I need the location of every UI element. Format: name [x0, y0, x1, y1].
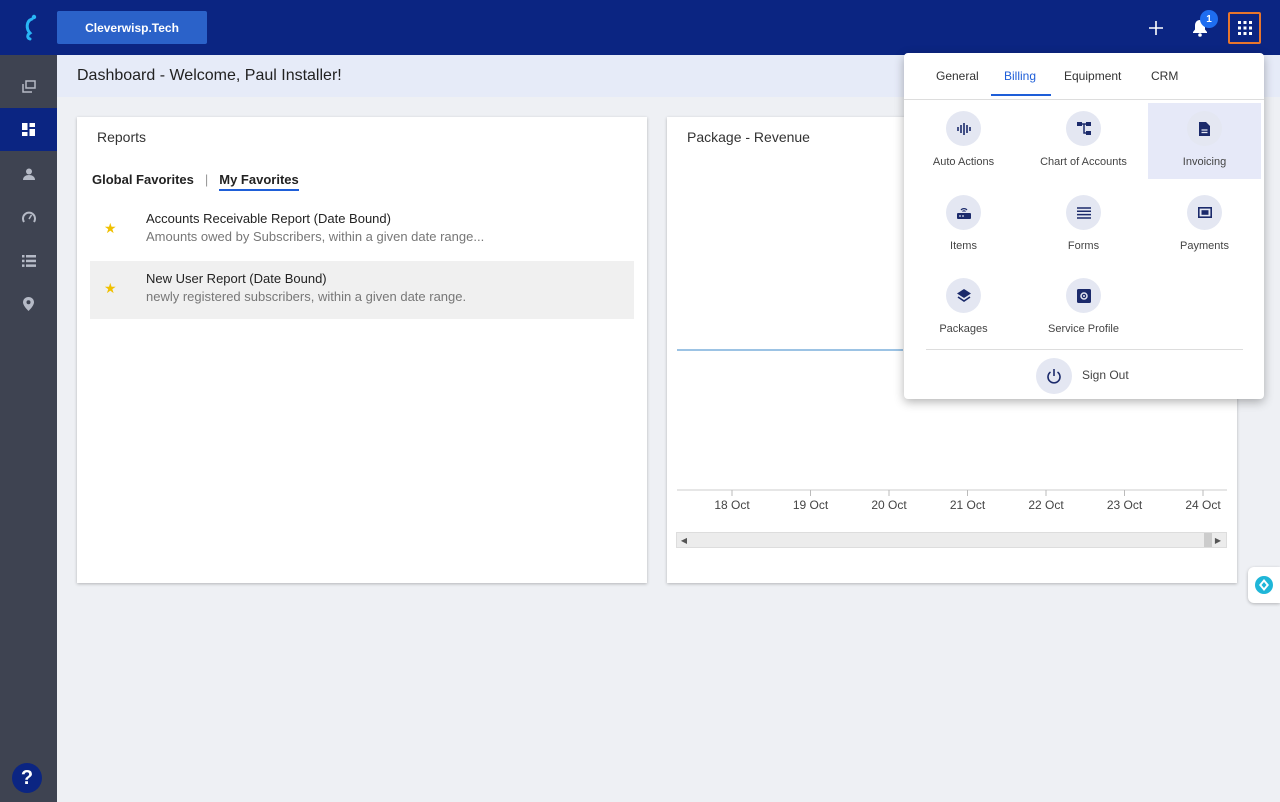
menu-item-payments[interactable]: Payments — [1148, 187, 1261, 263]
tab-separator: | — [204, 172, 209, 187]
brand-button[interactable]: Cleverwisp.Tech — [57, 11, 207, 44]
x-tick-label: 22 Oct — [1028, 498, 1064, 512]
help-button[interactable]: ? — [12, 763, 42, 793]
waveform-icon — [946, 111, 981, 146]
person-icon — [22, 168, 35, 180]
layers-icon — [946, 278, 981, 313]
x-tick-label: 20 Oct — [871, 498, 907, 512]
x-tick-label: 23 Oct — [1107, 498, 1143, 512]
menu-item-label: Packages — [939, 323, 988, 335]
menu-tabs: General Billing Equipment CRM — [904, 53, 1264, 100]
scroll-right-icon[interactable]: ▶ — [1213, 535, 1223, 545]
star-icon[interactable]: ★ — [104, 220, 117, 237]
location-pin-icon — [23, 296, 34, 311]
menu-divider — [926, 349, 1243, 350]
reports-title: Reports — [97, 129, 147, 145]
x-tick-label: 19 Oct — [793, 498, 829, 512]
lines-icon — [1066, 195, 1101, 230]
tab-global-favorites[interactable]: Global Favorites — [92, 172, 194, 191]
assistant-icon — [1255, 576, 1273, 594]
logo-icon[interactable] — [18, 13, 42, 41]
tab-my-favorites[interactable]: My Favorites — [219, 172, 299, 191]
scroll-thumb[interactable] — [1204, 533, 1212, 547]
collections-icon — [21, 80, 36, 93]
sign-out-button[interactable]: Sign Out — [1082, 368, 1129, 382]
menu-item-label: Chart of Accounts — [1040, 156, 1127, 168]
page-title: Dashboard - Welcome, Paul Installer! — [77, 67, 342, 84]
assistant-button[interactable] — [1248, 567, 1280, 603]
tab-equipment[interactable]: Equipment — [1064, 69, 1121, 83]
report-description: newly registered subscribers, within a g… — [146, 289, 467, 304]
menu-item-packages[interactable]: Packages — [907, 270, 1020, 346]
x-tick-label: 18 Oct — [714, 498, 750, 512]
menu-item-label: Forms — [1067, 240, 1100, 252]
report-title[interactable]: New User Report (Date Bound) — [146, 271, 327, 286]
menu-item-service-profile[interactable]: Service Profile — [1027, 270, 1140, 346]
menu-item-items[interactable]: Items — [907, 187, 1020, 263]
active-tab-indicator — [991, 94, 1051, 96]
menu-item-label: Payments — [1180, 240, 1229, 252]
plus-icon[interactable] — [1142, 14, 1170, 42]
list-icon — [21, 254, 36, 267]
sidebar-item-speedometer[interactable] — [0, 195, 57, 238]
top-bar: Cleverwisp.Tech 1 — [0, 0, 1280, 55]
x-tick-label: 21 Oct — [950, 498, 986, 512]
report-row[interactable]: ★ New User Report (Date Bound) newly reg… — [90, 261, 634, 319]
report-description: Amounts owed by Subscribers, within a gi… — [146, 229, 485, 244]
menu-item-label: Service Profile — [1048, 323, 1119, 335]
favorites-tabs: Global Favorites | My Favorites — [92, 172, 299, 191]
menu-item-invoicing[interactable]: Invoicing — [1148, 103, 1261, 179]
speedometer-icon — [21, 211, 36, 223]
tab-crm[interactable]: CRM — [1151, 69, 1178, 83]
chart-scrollbar[interactable]: ◀ ▶ — [676, 532, 1227, 548]
hierarchy-icon — [1066, 111, 1101, 146]
menu-item-label: Auto Actions — [932, 156, 995, 168]
scroll-left-icon[interactable]: ◀ — [679, 535, 689, 545]
report-title[interactable]: Accounts Receivable Report (Date Bound) — [146, 211, 391, 226]
document-icon — [1187, 111, 1222, 146]
notification-badge: 1 — [1200, 10, 1218, 28]
sidebar-item-location[interactable] — [0, 282, 57, 325]
apps-menu: General Billing Equipment CRM Auto Actio… — [904, 53, 1264, 399]
menu-item-auto-actions[interactable]: Auto Actions — [907, 103, 1020, 179]
sidebar-item-person[interactable] — [0, 152, 57, 195]
sidebar — [0, 55, 57, 802]
menu-item-label: Items — [950, 240, 977, 252]
sidebar-item-list[interactable] — [0, 239, 57, 282]
menu-item-label: Invoicing — [1182, 156, 1227, 168]
sidebar-item-dashboard[interactable] — [0, 108, 57, 151]
router-icon — [946, 195, 981, 230]
star-icon[interactable]: ★ — [104, 280, 117, 297]
power-icon[interactable] — [1036, 358, 1072, 394]
tab-general[interactable]: General — [936, 69, 979, 83]
apps-grid-button[interactable] — [1228, 12, 1261, 44]
menu-item-chart-of-accounts[interactable]: Chart of Accounts — [1027, 103, 1140, 179]
menu-item-forms[interactable]: Forms — [1027, 187, 1140, 263]
dashboard-icon — [22, 123, 35, 136]
apps-grid-icon — [1237, 21, 1252, 35]
report-row[interactable]: ★ Accounts Receivable Report (Date Bound… — [90, 201, 634, 259]
x-tick-label: 24 Oct — [1185, 498, 1221, 512]
money-icon — [1187, 195, 1222, 230]
tab-billing[interactable]: Billing — [1004, 69, 1036, 83]
gear-box-icon — [1066, 278, 1101, 313]
sidebar-item-collections[interactable] — [0, 65, 57, 108]
reports-card: Reports Global Favorites | My Favorites … — [77, 117, 647, 583]
